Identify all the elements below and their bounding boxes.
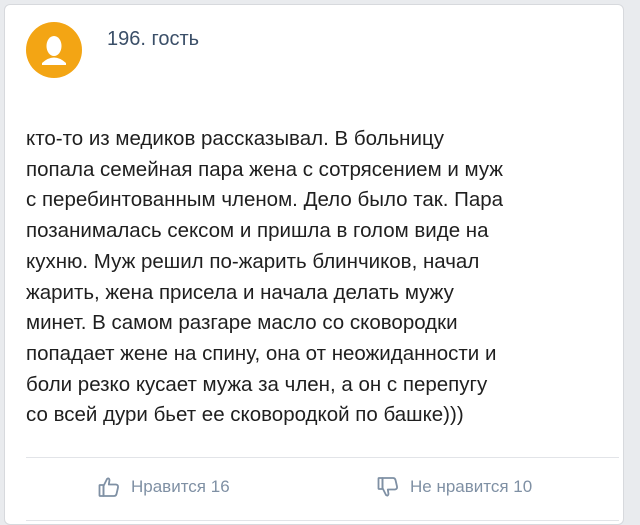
avatar[interactable] bbox=[26, 22, 82, 78]
comment-text-line: позанималась сексом и пришла в голом вид… bbox=[26, 219, 489, 243]
comment-card: 196. гость кто-то из медиков рассказывал… bbox=[4, 4, 624, 525]
comment-text-line: кто-то из медиков рассказывал. В больниц… bbox=[26, 127, 444, 150]
comment-text-line: попала семейная пара жена с сотрясением … bbox=[26, 157, 504, 181]
user-silhouette-icon bbox=[42, 36, 66, 65]
comment-text-line: попадает жене на спину, она от неожиданн… bbox=[26, 341, 497, 365]
author-name[interactable]: 196. гость bbox=[107, 28, 199, 51]
comment-text: кто-то из медиков рассказывал. В больниц… bbox=[26, 124, 618, 431]
like-button[interactable]: Нравится 16 bbox=[97, 475, 230, 499]
comment-text-line: минет. В самом разгаре масло со сковород… bbox=[26, 311, 458, 335]
comment-text-line: со всей дури бьет ее сковородкой по башк… bbox=[26, 403, 464, 427]
dislike-count-label: Не нравится 10 bbox=[410, 477, 533, 496]
divider-bottom bbox=[26, 520, 619, 521]
thumbs-down-icon bbox=[377, 477, 398, 497]
dislike-button[interactable]: Не нравится 10 bbox=[376, 475, 532, 499]
comment-text-line: с перебинтованным членом. Дело было так.… bbox=[26, 188, 504, 212]
like-count-label: Нравится 16 bbox=[131, 477, 230, 496]
thumbs-up-icon bbox=[98, 477, 119, 497]
comment-text-line: кухню. Муж решил по-жарить блинчиков, на… bbox=[26, 249, 480, 273]
comment-text-line: боли резко кусает мужа за член, а он с п… bbox=[26, 372, 488, 396]
comment-text-line: жарить, жена присела и начала делать муж… bbox=[26, 280, 454, 304]
divider bbox=[26, 457, 619, 458]
